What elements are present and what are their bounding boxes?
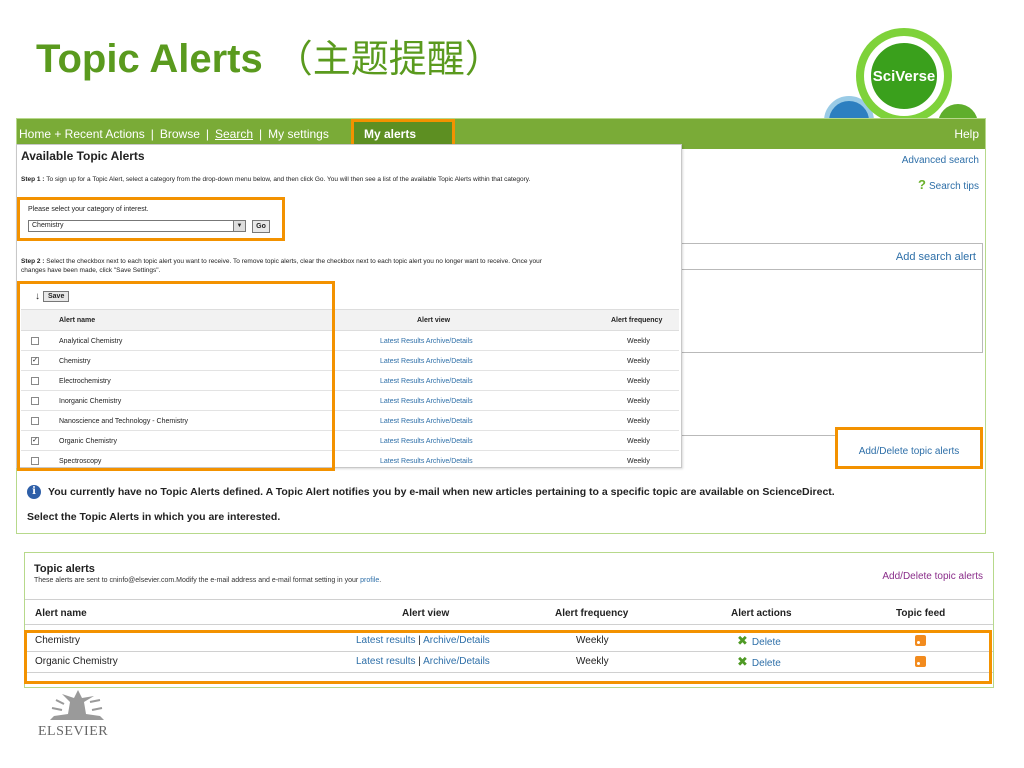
logo-text: SciVerse bbox=[869, 41, 939, 111]
col-alert-name: Alert name bbox=[35, 608, 87, 619]
col-alert-frequency: Alert frequency bbox=[555, 608, 629, 619]
nav-separator: | bbox=[205, 127, 209, 141]
archive-details-link[interactable]: Archive/Details bbox=[426, 458, 473, 465]
slide-title: Topic Alerts （主题提醒） bbox=[36, 28, 503, 83]
category-select[interactable]: Chemistry ▼ bbox=[28, 220, 246, 232]
row-view: Latest Results Archive/Details bbox=[380, 418, 473, 425]
question-icon: ? bbox=[918, 177, 926, 192]
search-alerts-box: Add search alert bbox=[681, 243, 983, 353]
step1-label: Step 1 : bbox=[21, 176, 45, 183]
elsevier-tree-icon bbox=[50, 690, 104, 720]
add-delete-topic-alerts-link[interactable]: Add/Delete topic alerts bbox=[835, 427, 983, 469]
row-view: Latest Results Archive/Details bbox=[380, 358, 473, 365]
col-alert-view: Alert view bbox=[417, 317, 451, 324]
available-topic-alerts-panel: Available Topic Alerts Step 1 : To sign … bbox=[16, 144, 682, 471]
sciverse-logo: SciVerse bbox=[820, 28, 980, 146]
archive-details-link[interactable]: Archive/Details bbox=[426, 398, 473, 405]
archive-details-link[interactable]: Archive/Details bbox=[426, 358, 473, 365]
elsevier-logo: ELSEVIER bbox=[36, 688, 122, 739]
go-button[interactable]: Go bbox=[252, 220, 270, 233]
rows-highlight bbox=[24, 630, 992, 684]
nav-search[interactable]: Search bbox=[215, 127, 253, 141]
panel-title: Available Topic Alerts bbox=[21, 149, 145, 163]
nav-separator: | bbox=[259, 127, 263, 141]
row-frequency: Weekly bbox=[627, 438, 650, 445]
nav-browse[interactable]: Browse bbox=[160, 127, 200, 141]
step2-text: Step 2 : Select the checkbox next to eac… bbox=[21, 257, 561, 275]
row-frequency: Weekly bbox=[627, 458, 650, 465]
col-alert-frequency: Alert frequency bbox=[611, 317, 663, 324]
latest-results-link[interactable]: Latest Results bbox=[380, 378, 424, 385]
row-view: Latest Results Archive/Details bbox=[380, 458, 473, 465]
latest-results-link[interactable]: Latest Results bbox=[380, 418, 424, 425]
latest-results-link[interactable]: Latest Results bbox=[380, 438, 424, 445]
info-icon: i bbox=[27, 485, 41, 499]
slide-title-en: Topic Alerts bbox=[36, 37, 263, 81]
info-text: You currently have no Topic Alerts defin… bbox=[48, 486, 835, 498]
slide-title-cn: （主题提醒） bbox=[274, 37, 503, 81]
latest-results-link[interactable]: Latest Results bbox=[380, 358, 424, 365]
add-search-alert-link[interactable]: Add search alert bbox=[682, 244, 982, 270]
info-instruction: Select the Topic Alerts in which you are… bbox=[27, 511, 281, 523]
archive-details-link[interactable]: Archive/Details bbox=[426, 378, 473, 385]
advanced-search-link[interactable]: Advanced search bbox=[902, 155, 979, 166]
search-tips-link[interactable]: ? Search tips bbox=[918, 177, 979, 192]
search-tips-label: Search tips bbox=[928, 181, 979, 192]
row-frequency: Weekly bbox=[627, 418, 650, 425]
nav-home[interactable]: Home + Recent Actions bbox=[19, 127, 145, 141]
row-frequency: Weekly bbox=[627, 398, 650, 405]
subtitle-text: These alerts are sent to cninfo@elsevier… bbox=[34, 577, 359, 584]
profile-link[interactable]: profile bbox=[360, 577, 379, 584]
topic-alerts-subtitle: These alerts are sent to cninfo@elsevier… bbox=[34, 577, 382, 584]
table-highlight bbox=[17, 281, 335, 471]
step1-text: Step 1 : To sign up for a Topic Alert, s… bbox=[21, 175, 541, 184]
col-topic-feed: Topic feed bbox=[896, 608, 946, 619]
category-selector: Please select your category of interest.… bbox=[17, 197, 285, 241]
bottom-table-header: Alert name Alert view Alert frequency Al… bbox=[25, 599, 993, 625]
chevron-down-icon[interactable]: ▼ bbox=[233, 221, 245, 231]
elsevier-text: ELSEVIER bbox=[38, 724, 109, 739]
row-view: Latest Results Archive/Details bbox=[380, 338, 473, 345]
step2-body: Select the checkbox next to each topic a… bbox=[21, 258, 542, 274]
latest-results-link[interactable]: Latest Results bbox=[380, 398, 424, 405]
row-view: Latest Results Archive/Details bbox=[380, 398, 473, 405]
info-message: i You currently have no Topic Alerts def… bbox=[27, 485, 835, 499]
archive-details-link[interactable]: Archive/Details bbox=[426, 438, 473, 445]
archive-details-link[interactable]: Archive/Details bbox=[426, 338, 473, 345]
nav-help[interactable]: Help bbox=[954, 127, 979, 141]
latest-results-link[interactable]: Latest Results bbox=[380, 338, 424, 345]
row-frequency: Weekly bbox=[627, 338, 650, 345]
step1-body: To sign up for a Topic Alert, select a c… bbox=[46, 176, 531, 183]
archive-details-link[interactable]: Archive/Details bbox=[426, 418, 473, 425]
nav-settings[interactable]: My settings bbox=[268, 127, 329, 141]
step2-label: Step 2 : bbox=[21, 258, 45, 265]
col-alert-view: Alert view bbox=[402, 608, 450, 619]
row-view: Latest Results Archive/Details bbox=[380, 378, 473, 385]
bottom-add-delete-link[interactable]: Add/Delete topic alerts bbox=[882, 571, 983, 582]
row-frequency: Weekly bbox=[627, 358, 650, 365]
category-value: Chemistry bbox=[32, 222, 64, 229]
topic-alerts-title: Topic alerts bbox=[34, 563, 95, 575]
category-prompt: Please select your category of interest. bbox=[28, 206, 149, 213]
col-alert-actions: Alert actions bbox=[731, 608, 792, 619]
row-frequency: Weekly bbox=[627, 378, 650, 385]
nav-items: Home + Recent Actions | Browse | Search | My s… bbox=[19, 127, 329, 141]
nav-separator: | bbox=[150, 127, 154, 141]
row-view: Latest Results Archive/Details bbox=[380, 438, 473, 445]
latest-results-link[interactable]: Latest Results bbox=[380, 458, 424, 465]
